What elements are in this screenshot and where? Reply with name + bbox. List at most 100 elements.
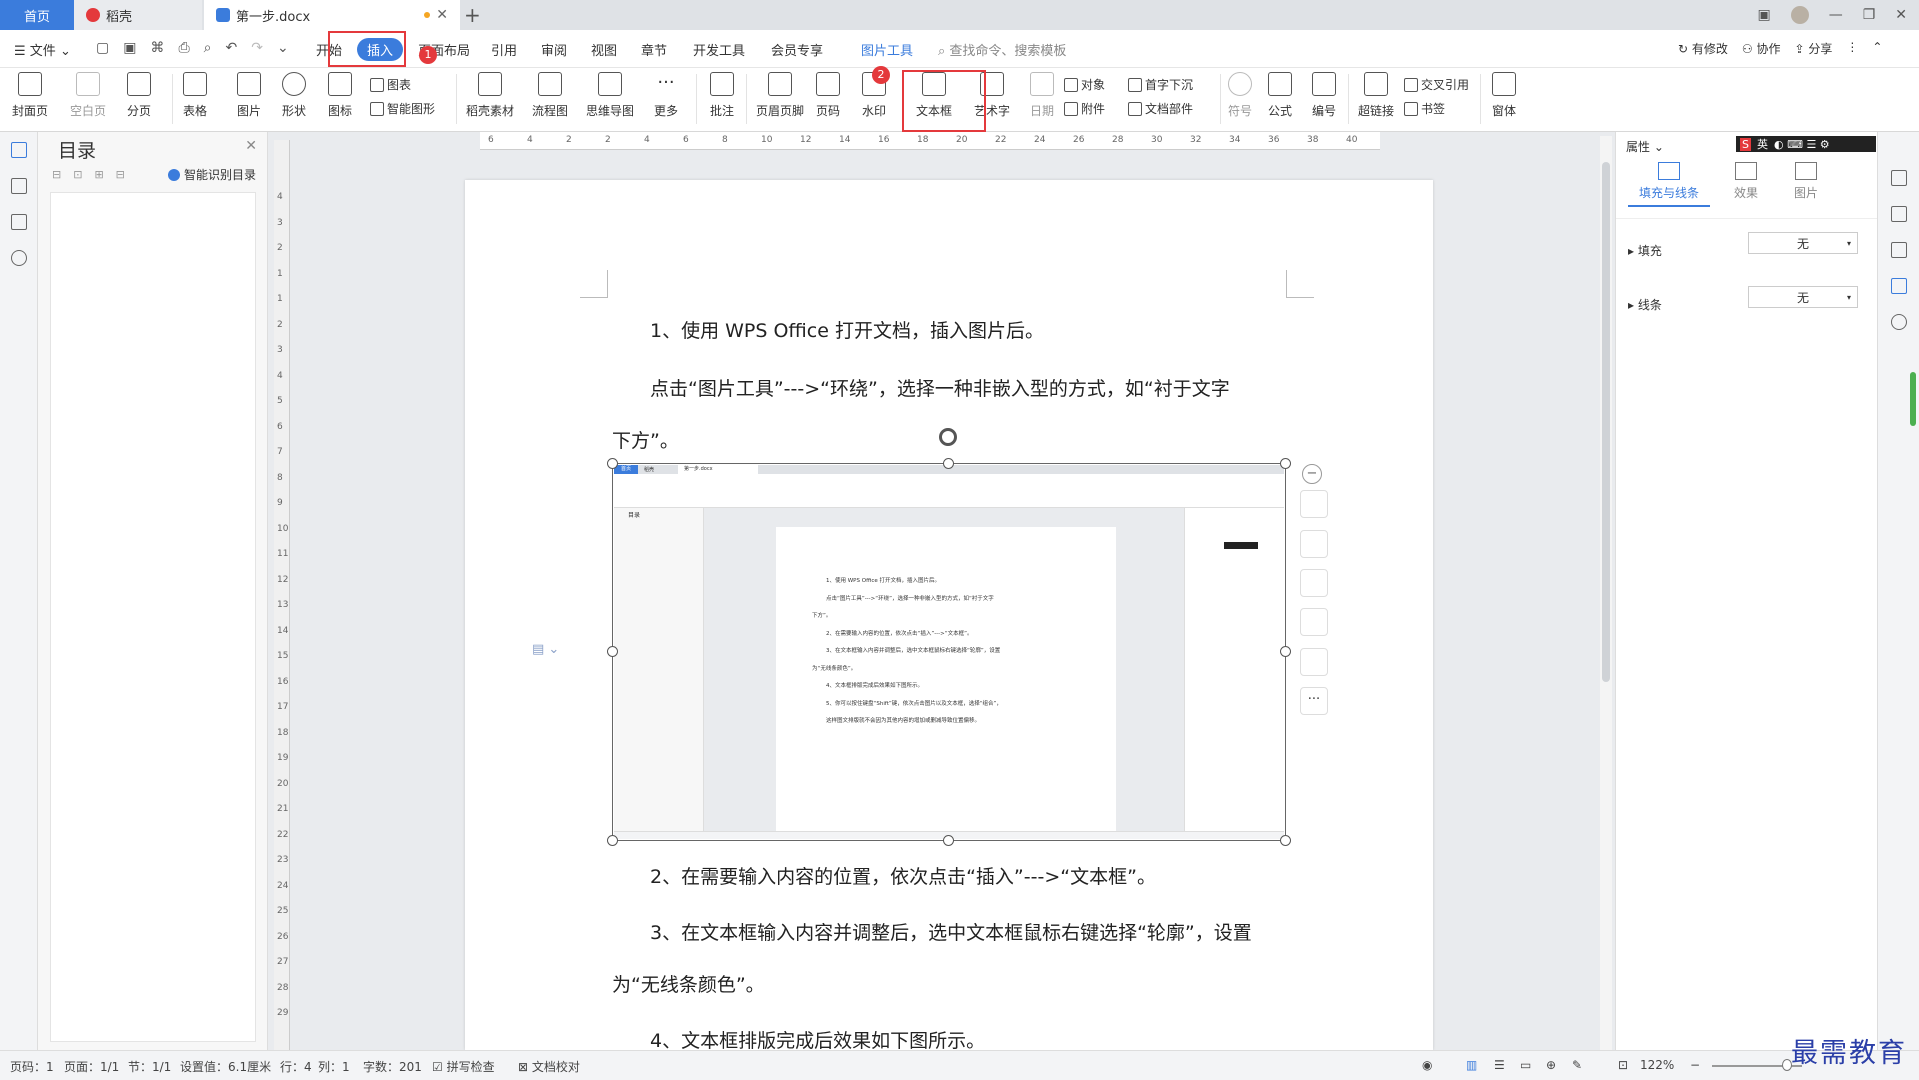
resize-handle-w[interactable] xyxy=(607,646,618,657)
select-cursor-icon[interactable] xyxy=(1891,242,1907,258)
print-preview-icon[interactable]: ⌕ xyxy=(204,40,212,56)
chart-button[interactable]: 图表 xyxy=(370,76,411,93)
chapter-nav-icon[interactable] xyxy=(11,178,27,194)
add-level-icon[interactable]: ⊞ xyxy=(94,168,103,181)
zoom-picture-icon[interactable] xyxy=(1300,530,1328,558)
doc-parts-button[interactable]: 文档部件 xyxy=(1128,100,1193,117)
bookmark-button[interactable]: 书签 xyxy=(1404,100,1445,117)
edit-icon[interactable] xyxy=(1891,206,1907,222)
collapse-ribbon-icon[interactable]: ⌃ xyxy=(1872,40,1882,57)
vertical-scrollbar[interactable] xyxy=(1600,136,1612,1050)
save-icon[interactable]: ▣ xyxy=(123,40,136,56)
tab-effects[interactable]: 效果 xyxy=(1716,162,1776,201)
shape-button[interactable]: 形状 xyxy=(282,72,306,119)
comment-button[interactable]: 批注 xyxy=(710,72,734,119)
formula-button[interactable]: 公式 xyxy=(1268,72,1292,119)
outline-list[interactable] xyxy=(50,192,256,1042)
more-options-icon[interactable]: ··· xyxy=(1300,687,1328,715)
outline-view-icon[interactable] xyxy=(11,142,27,158)
fit-page-icon[interactable]: ⊡ xyxy=(1618,1058,1628,1072)
redo-icon[interactable]: ↷ xyxy=(251,40,263,56)
command-search[interactable]: ⌕ 查找命令、搜索模板 xyxy=(938,40,1066,59)
scrollbar-thumb[interactable] xyxy=(1602,162,1610,682)
daoke-material-button[interactable]: 稻壳素材 xyxy=(466,72,514,119)
status-page-count[interactable]: 页面：1/1 xyxy=(64,1058,119,1075)
horizontal-ruler[interactable]: 6 4 2 2 4 6 8 10 12 14 16 18 20 22 24 26 28 30 32 34 36 38 40 xyxy=(480,132,1380,150)
tab-daoke[interactable]: 稻壳 xyxy=(74,0,202,30)
drop-cap-button[interactable]: 首字下沉 xyxy=(1128,76,1193,93)
layout-icon[interactable]: ▣ xyxy=(1757,7,1770,23)
resize-handle-e[interactable] xyxy=(1280,646,1291,657)
numbering-button[interactable]: 编号 xyxy=(1312,72,1336,119)
expand-icon[interactable]: ⊟ xyxy=(52,168,61,181)
print-icon[interactable]: ⎙ xyxy=(178,40,189,56)
resize-handle-sw[interactable] xyxy=(607,835,618,846)
tab-view[interactable]: 视图 xyxy=(591,40,617,59)
blank-page-button[interactable]: 空白页 xyxy=(70,72,106,119)
paragraph-layout-icon[interactable]: ▤ ⌄ xyxy=(532,642,559,657)
resize-handle-nw[interactable] xyxy=(607,458,618,469)
restore-icon[interactable]: ❐ xyxy=(1863,7,1876,23)
status-word-count[interactable]: 字数：201 xyxy=(363,1058,422,1075)
green-scroll-indicator[interactable] xyxy=(1910,372,1916,426)
date-button[interactable]: 日期 xyxy=(1030,72,1054,119)
page-view-icon[interactable]: ▥ xyxy=(1466,1058,1477,1072)
avatar[interactable] xyxy=(1790,6,1809,24)
tab-chapter[interactable]: 章节 xyxy=(641,40,667,59)
form-button[interactable]: 窗体 xyxy=(1492,72,1516,119)
doc-paragraph-5[interactable]: 4、文本框排版完成后效果如下图所示。 xyxy=(650,1026,985,1053)
doc-proofread-button[interactable]: ⊠ 文档校对 xyxy=(518,1058,580,1075)
status-position[interactable]: 设置值：6.1厘米 xyxy=(180,1058,271,1075)
file-menu[interactable]: ☰ 文件 ⌄ xyxy=(14,40,71,59)
ime-toolbar[interactable]: S 英 ◐ ⌨ ☰ ⚙ xyxy=(1736,136,1876,152)
minimize-icon[interactable]: — xyxy=(1829,7,1843,23)
crop-icon[interactable] xyxy=(1300,569,1328,597)
collapse-icon[interactable]: ⊡ xyxy=(73,168,82,181)
undo-icon[interactable]: ↶ xyxy=(226,40,238,56)
vertical-ruler[interactable]: 4 3 2 1 1 2 3 4 5 6 7 8 9 10 11 12 13 14 15 16 17 18 19 20 21 22 2… xyxy=(274,140,290,1050)
bookmark-nav-icon[interactable] xyxy=(11,214,27,230)
new-doc-icon[interactable]: ▢ xyxy=(96,40,109,56)
smart-toc-button[interactable]: 智能识别目录 xyxy=(168,166,256,183)
zoom-level[interactable]: 122% xyxy=(1640,1058,1674,1072)
properties-toggle-icon[interactable] xyxy=(1891,278,1907,294)
cover-page-button[interactable]: 封面页 xyxy=(12,72,48,119)
write-view-icon[interactable]: ✎ xyxy=(1572,1058,1582,1072)
web-view-icon[interactable]: ⊕ xyxy=(1546,1058,1556,1072)
tab-picture[interactable]: 图片 xyxy=(1776,162,1836,201)
tab-member[interactable]: 会员专享 xyxy=(771,40,823,59)
line-section-toggle[interactable]: ▸ 线条 xyxy=(1628,296,1662,313)
object-button[interactable]: 对象 xyxy=(1064,76,1105,93)
doc-paragraph-4-cont[interactable]: 为“无线条颜色”。 xyxy=(612,970,765,997)
tab-review[interactable]: 审阅 xyxy=(541,40,567,59)
tab-references[interactable]: 引用 xyxy=(491,40,517,59)
rotate-handle-icon[interactable] xyxy=(939,428,957,446)
picture-button[interactable]: 图片 xyxy=(237,72,261,119)
tab-picture-tools[interactable]: 图片工具 xyxy=(861,40,913,59)
hyperlink-button[interactable]: 超链接 xyxy=(1358,72,1394,119)
outline-view-icon[interactable]: ☰ xyxy=(1494,1058,1505,1072)
mindmap-button[interactable]: 思维导图 xyxy=(586,72,634,119)
format-painter-icon[interactable]: ⌘ xyxy=(150,40,164,56)
properties-header[interactable]: 属性 ⌄ xyxy=(1626,138,1664,155)
resize-handle-s[interactable] xyxy=(943,835,954,846)
flowchart-button[interactable]: 流程图 xyxy=(532,72,568,119)
doc-paragraph-4[interactable]: 3、在文本框输入内容并调整后，选中文本框鼠标右键选择“轮廓”，设置 xyxy=(650,918,1252,945)
remove-level-icon[interactable]: ⊟ xyxy=(116,168,125,181)
smart-graphic-button[interactable]: 智能图形 xyxy=(370,100,435,117)
search-icon[interactable] xyxy=(11,250,27,266)
share-button[interactable]: ⇪ 分享 xyxy=(1794,40,1832,57)
resize-handle-n[interactable] xyxy=(943,458,954,469)
collaborate-button[interactable]: ⚇ 协作 xyxy=(1742,40,1781,57)
status-row[interactable]: 行：4 xyxy=(280,1058,312,1075)
zoom-out-icon[interactable]: − xyxy=(1690,1058,1700,1072)
fill-select[interactable]: 无 ▾ xyxy=(1748,232,1858,254)
icon-button[interactable]: 图标 xyxy=(328,72,352,119)
resize-handle-se[interactable] xyxy=(1280,835,1291,846)
status-page-number[interactable]: 页码：1 xyxy=(10,1058,54,1075)
chevron-down-icon[interactable]: ⌄ xyxy=(277,40,289,56)
new-tab-button[interactable]: + xyxy=(464,3,481,27)
reading-view-icon[interactable]: ▭ xyxy=(1520,1058,1531,1072)
doc-paragraph-1[interactable]: 1、使用 WPS Office 打开文档，插入图片后。 xyxy=(650,316,1044,343)
doc-paragraph-2-cont[interactable]: 下方”。 xyxy=(612,426,679,453)
